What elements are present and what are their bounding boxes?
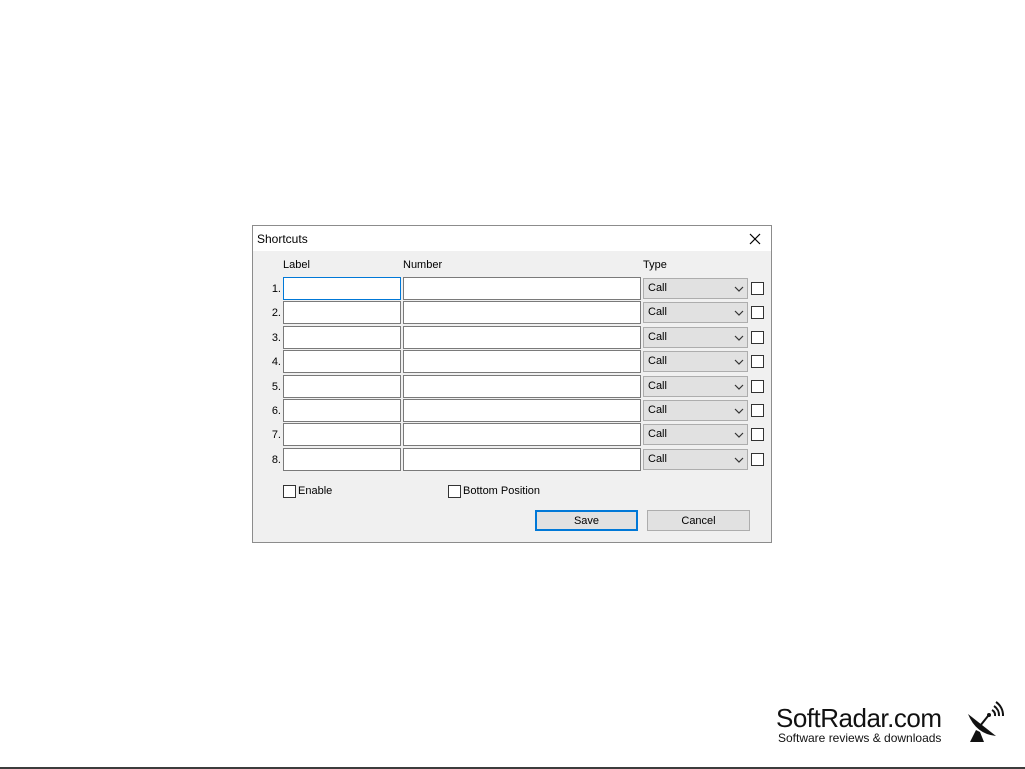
label-input[interactable] xyxy=(283,375,401,398)
row-number: 6. xyxy=(271,405,281,417)
shortcut-row: 5. Call xyxy=(253,375,771,398)
chevron-down-icon xyxy=(734,384,744,390)
bottom-position-checkbox[interactable] xyxy=(448,484,461,498)
label-input[interactable] xyxy=(283,399,401,422)
shortcut-row: 1. Call xyxy=(253,277,771,300)
type-select[interactable]: Call xyxy=(643,424,748,445)
row-number: 5. xyxy=(271,381,281,393)
row-number: 4. xyxy=(271,356,281,368)
shortcut-row: 8. Call xyxy=(253,448,771,471)
chevron-down-icon xyxy=(734,359,744,365)
row-checkbox[interactable] xyxy=(751,355,764,368)
type-select[interactable]: Call xyxy=(643,302,748,323)
type-select[interactable]: Call xyxy=(643,376,748,397)
row-checkbox[interactable] xyxy=(751,380,764,393)
number-input[interactable] xyxy=(403,375,641,398)
row-number: 8. xyxy=(271,454,281,466)
row-checkbox[interactable] xyxy=(751,282,764,295)
type-select-value: Call xyxy=(648,453,667,465)
row-checkbox[interactable] xyxy=(751,453,764,466)
row-checkbox[interactable] xyxy=(751,404,764,417)
shortcuts-dialog: Shortcuts Label Number Type 1. Call 2. Call… xyxy=(252,225,772,543)
chevron-down-icon xyxy=(734,432,744,438)
type-select-value: Call xyxy=(648,282,667,294)
label-input[interactable] xyxy=(283,350,401,373)
number-input[interactable] xyxy=(403,448,641,471)
type-select[interactable]: Call xyxy=(643,278,748,299)
chevron-down-icon xyxy=(734,457,744,463)
row-number: 3. xyxy=(271,332,281,344)
number-input[interactable] xyxy=(403,301,641,324)
watermark-name: SoftRadar.com xyxy=(776,703,942,733)
type-select[interactable]: Call xyxy=(643,351,748,372)
chevron-down-icon xyxy=(734,408,744,414)
shortcut-row: 7. Call xyxy=(253,423,771,446)
type-select[interactable]: Call xyxy=(643,449,748,470)
enable-label: Enable xyxy=(298,485,333,497)
enable-checkbox-field[interactable]: Enable xyxy=(283,484,332,498)
number-input[interactable] xyxy=(403,277,641,300)
shortcut-row: 3. Call xyxy=(253,326,771,349)
label-input[interactable] xyxy=(283,301,401,324)
save-button-label: Save xyxy=(573,514,600,527)
title-bar: Shortcuts xyxy=(253,226,771,251)
type-select[interactable]: Call xyxy=(643,400,748,421)
dialog-title: Shortcuts xyxy=(257,232,308,246)
shortcut-row: 6. Call xyxy=(253,399,771,422)
cancel-button-label: Cancel xyxy=(681,514,716,527)
cancel-button[interactable]: Cancel xyxy=(647,510,750,531)
satellite-dish-icon xyxy=(968,701,1004,742)
chevron-down-icon xyxy=(734,310,744,316)
type-select-value: Call xyxy=(648,331,667,343)
row-checkbox[interactable] xyxy=(751,428,764,441)
type-select[interactable]: Call xyxy=(643,327,748,348)
type-column-header: Type xyxy=(643,259,667,271)
close-button[interactable] xyxy=(739,226,771,251)
screen: Shortcuts Label Number Type 1. Call 2. Call… xyxy=(0,0,1025,769)
type-select-value: Call xyxy=(648,380,667,392)
type-select-value: Call xyxy=(648,428,667,440)
close-icon xyxy=(749,233,761,244)
shortcut-row: 2. Call xyxy=(253,301,771,324)
watermark-tagline: Software reviews & downloads xyxy=(778,731,942,745)
row-number: 1. xyxy=(271,283,281,295)
number-column-header: Number xyxy=(403,259,443,271)
bottom-position-checkbox-field[interactable]: Bottom Position xyxy=(448,484,540,498)
type-select-value: Call xyxy=(648,355,667,367)
label-column-header: Label xyxy=(283,259,310,271)
row-checkbox[interactable] xyxy=(751,331,764,344)
enable-checkbox[interactable] xyxy=(283,484,296,498)
label-input[interactable] xyxy=(283,423,401,446)
row-checkbox[interactable] xyxy=(751,306,764,319)
softradar-watermark: SoftRadar.com Software reviews & downloa… xyxy=(776,700,1006,748)
number-input[interactable] xyxy=(403,326,641,349)
label-input[interactable] xyxy=(283,277,401,300)
number-input[interactable] xyxy=(403,399,641,422)
number-input[interactable] xyxy=(403,423,641,446)
save-button[interactable]: Save xyxy=(535,510,638,531)
chevron-down-icon xyxy=(734,286,744,292)
bottom-position-label: Bottom Position xyxy=(463,485,541,497)
row-number: 7. xyxy=(271,429,281,441)
number-input[interactable] xyxy=(403,350,641,373)
label-input[interactable] xyxy=(283,448,401,471)
row-number: 2. xyxy=(271,307,281,319)
chevron-down-icon xyxy=(734,335,744,341)
type-select-value: Call xyxy=(648,404,667,416)
type-select-value: Call xyxy=(648,306,667,318)
shortcut-row: 4. Call xyxy=(253,350,771,373)
label-input[interactable] xyxy=(283,326,401,349)
